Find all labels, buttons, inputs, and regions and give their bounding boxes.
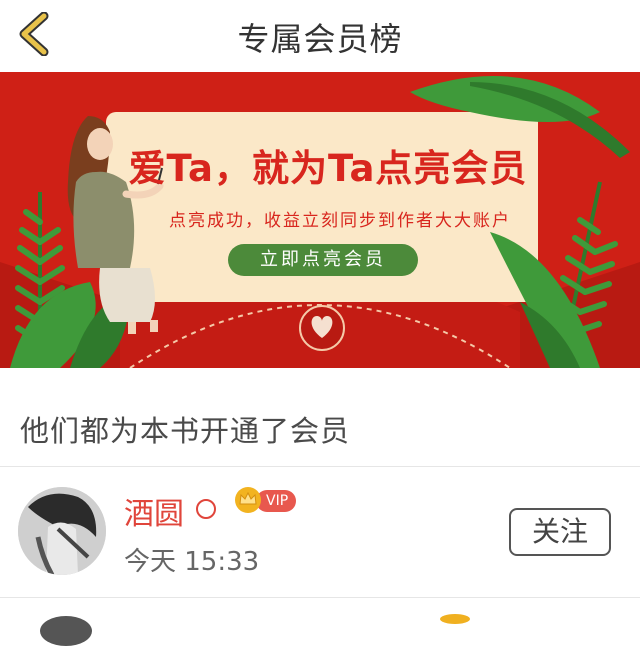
banner-headline: 爱Ta，就为Ta点亮会员: [128, 147, 528, 190]
list-item[interactable]: [0, 598, 640, 646]
follow-button[interactable]: 关注: [509, 508, 611, 556]
member-name[interactable]: 酒圆: [124, 489, 184, 533]
crown-icon: [440, 614, 470, 624]
top-bar: 专属会员榜: [0, 0, 640, 72]
vip-label: VIP: [256, 490, 297, 512]
light-up-membership-button[interactable]: 立即点亮会员: [228, 244, 418, 276]
banner-subtitle: 点亮成功，收益立刻同步到作者大大账户: [169, 211, 511, 231]
section-title: 他们都为本书开通了会员: [20, 414, 351, 448]
avatar-image: [18, 487, 106, 575]
member-timestamp: 今天 15:33: [124, 547, 260, 577]
crown-icon: [235, 487, 261, 513]
circle-icon: [196, 499, 216, 519]
page-title: 专属会员榜: [237, 20, 403, 58]
avatar[interactable]: [40, 616, 92, 646]
list-item[interactable]: 酒圆 VIP 今天 15:33 关注: [0, 467, 640, 597]
avatar[interactable]: [18, 487, 106, 575]
membership-banner[interactable]: 爱Ta，就为Ta点亮会员 点亮成功，收益立刻同步到作者大大账户 立即点亮会员: [0, 72, 640, 368]
